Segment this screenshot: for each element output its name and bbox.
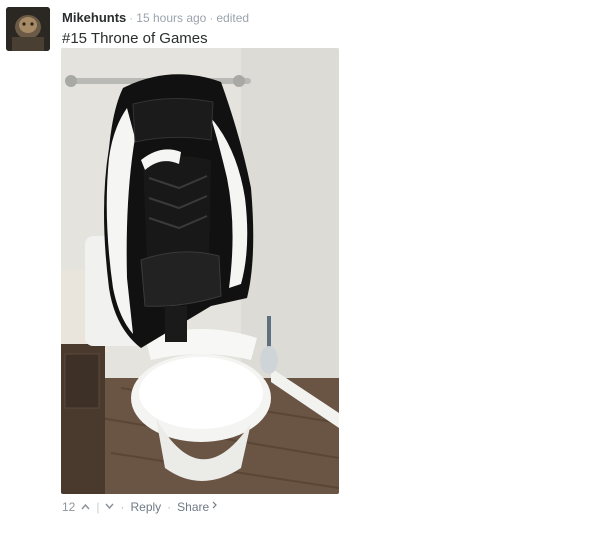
comment-image[interactable]: [61, 48, 339, 494]
avatar-image: [6, 7, 50, 51]
footer-separator: ·: [167, 500, 172, 514]
photo-illustration: [61, 48, 339, 494]
meta-separator: ·: [209, 11, 214, 25]
comment-text: #15 Throne of Games: [62, 30, 208, 47]
vote-count: 12: [62, 500, 76, 514]
comment-footer: 12 | · Reply · Share: [62, 499, 218, 515]
chevron-down-icon[interactable]: [105, 499, 115, 515]
timestamp[interactable]: 15 hours ago: [136, 11, 206, 25]
chevron-right-icon: [212, 499, 218, 515]
chevron-up-icon[interactable]: [81, 499, 90, 515]
edited-label: edited: [216, 11, 250, 25]
share-button[interactable]: Share: [177, 499, 209, 515]
vote-divider: |: [96, 500, 100, 514]
footer-separator: ·: [120, 500, 125, 514]
comment: Mikehunts · 15 hours ago · edited #15 Throne…: [0, 0, 600, 533]
reply-button[interactable]: Reply: [130, 499, 161, 515]
author-name[interactable]: Mikehunts: [62, 10, 126, 25]
meta-separator: ·: [129, 11, 134, 25]
comment-header: Mikehunts · 15 hours ago · edited: [62, 10, 249, 26]
avatar[interactable]: [6, 7, 50, 51]
